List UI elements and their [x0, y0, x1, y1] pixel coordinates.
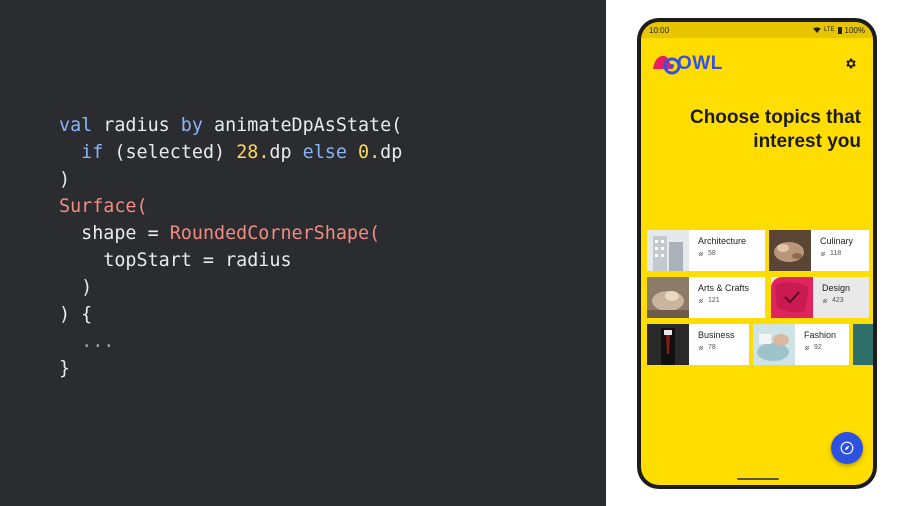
code-token: 28.	[236, 142, 270, 163]
topic-thumbnail	[769, 230, 811, 271]
code-token: animateDpAsState(	[202, 115, 403, 136]
topic-count: 58	[708, 250, 716, 257]
topic-count-icon	[698, 298, 704, 303]
settings-icon[interactable]	[844, 57, 857, 70]
topic-thumbnail	[647, 230, 689, 271]
status-network: LTE	[823, 27, 835, 33]
code-line: Surface(	[59, 193, 402, 220]
code-line: )	[59, 166, 402, 193]
code-line: ...	[59, 328, 402, 355]
code-line: if (selected) 28.dp else 0.dp	[59, 139, 402, 166]
headline-line-1: Choose topics that	[689, 107, 861, 128]
wifi-icon	[813, 27, 821, 33]
code-token: )	[59, 169, 71, 190]
battery-icon	[837, 26, 842, 34]
explore-icon	[840, 441, 854, 455]
code-token: }	[59, 358, 71, 379]
code-line: val radius by animateDpAsState(	[59, 112, 402, 139]
code-token: if	[81, 142, 104, 163]
topic-count-icon	[698, 251, 704, 256]
headline-line-2: interest you	[753, 130, 861, 152]
topic-thumbnail	[647, 277, 689, 318]
code-panel: val radius by animateDpAsState( if (sele…	[0, 0, 606, 506]
topic-count-icon	[698, 345, 704, 350]
topic-name: Architecture	[698, 236, 747, 246]
code-token: 0.	[358, 142, 381, 163]
code-line: ) {	[59, 301, 402, 328]
topics-grid: Architecture 58 Culinary 118 Arts & Craf…	[641, 230, 873, 370]
code-token: )	[59, 277, 93, 298]
logo-text: OWL	[677, 53, 723, 74]
home-indicator[interactable]	[737, 478, 779, 480]
code-token: ...	[59, 331, 115, 352]
phone-frame: 10:00 LTE 100% OWL Choose topics that in…	[637, 18, 877, 489]
code-token: (selected)	[103, 142, 237, 163]
topic-chip-business[interactable]: Business 78	[647, 324, 749, 365]
code-token: by	[180, 115, 203, 136]
topic-thumbnail	[753, 324, 795, 365]
code-line: )	[59, 274, 402, 301]
code-token: topStart = radius	[59, 250, 292, 271]
topic-count: 423	[832, 297, 844, 304]
topic-chip-arts-crafts[interactable]: Arts & Crafts 121	[647, 277, 765, 318]
topic-count-icon	[804, 345, 810, 350]
topic-name: Fashion	[804, 330, 837, 340]
code-token: Surface(	[59, 196, 148, 217]
topic-chip-partial[interactable]	[853, 324, 873, 365]
headline: Choose topics that interest you	[651, 106, 861, 153]
code-line: }	[59, 355, 402, 382]
topic-count: 121	[708, 297, 720, 304]
status-bar: 10:00 LTE 100%	[641, 22, 873, 38]
topic-thumbnail	[771, 277, 813, 318]
topic-count-icon	[820, 251, 826, 256]
code-token: shape =	[59, 223, 170, 244]
topic-name: Arts & Crafts	[698, 283, 750, 293]
code-token: else	[302, 142, 347, 163]
topic-count: 92	[814, 344, 822, 351]
code-line: topStart = radius	[59, 247, 402, 274]
topic-chip-culinary[interactable]: Culinary 118	[769, 230, 869, 271]
code-token: ) {	[59, 304, 93, 325]
code-token: dp	[269, 142, 303, 163]
topic-chip-architecture[interactable]: Architecture 58	[647, 230, 765, 271]
status-time: 10:00	[649, 25, 670, 35]
code-line: shape = RoundedCornerShape(	[59, 220, 402, 247]
topic-name: Business	[698, 330, 735, 340]
device-panel: 10:00 LTE 100% OWL Choose topics that in…	[606, 0, 900, 506]
topic-name: Culinary	[820, 236, 854, 246]
code-token: RoundedCornerShape(	[169, 223, 381, 244]
topic-name: Design	[822, 283, 851, 293]
topic-count: 78	[708, 344, 716, 351]
code-block: val radius by animateDpAsState( if (sele…	[59, 112, 402, 382]
phone-screen: 10:00 LTE 100% OWL Choose topics that in…	[641, 22, 873, 485]
status-battery: 100%	[844, 25, 865, 35]
code-token: radius	[92, 115, 181, 136]
code-token: dp	[380, 142, 403, 163]
explore-fab-button[interactable]	[831, 432, 863, 464]
topic-thumbnail	[647, 324, 689, 365]
code-token: val	[59, 115, 93, 136]
app-logo: OWL	[651, 53, 723, 75]
topic-count: 118	[830, 250, 842, 257]
topic-count-icon	[822, 298, 828, 303]
topic-chip-fashion[interactable]: Fashion 92	[753, 324, 849, 365]
topic-chip-design[interactable]: Design 423	[771, 277, 869, 318]
